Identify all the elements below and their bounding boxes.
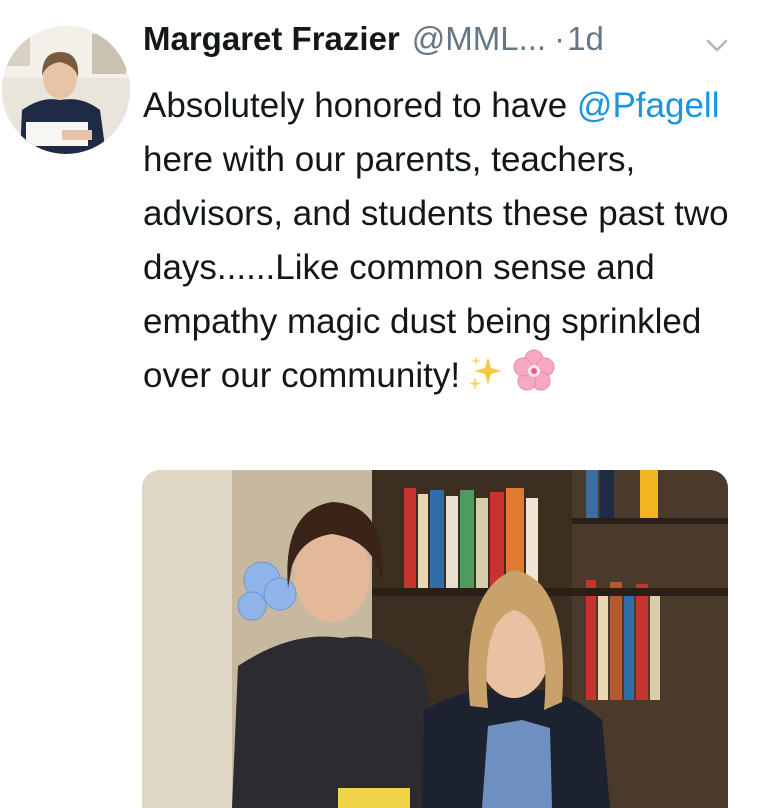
chevron-down-icon[interactable]	[705, 36, 729, 56]
sparkles-icon	[466, 353, 506, 409]
tweet-text-part2: here with our parents, teachers, advisor…	[143, 140, 729, 395]
tweet-photo[interactable]	[142, 470, 728, 808]
separator-dot: ·	[554, 20, 566, 57]
avatar-photo	[2, 26, 130, 154]
tweet: Margaret Frazier @MML... · 1d Absolutely…	[143, 20, 743, 409]
author-name[interactable]: Margaret Frazier	[143, 20, 400, 58]
author-avatar[interactable]	[2, 26, 130, 154]
photo-image	[142, 470, 728, 808]
tweet-text: Absolutely honored to have @Pfagell here…	[143, 79, 733, 409]
cherry-blossom-icon	[512, 349, 556, 409]
tweet-header: Margaret Frazier @MML... · 1d	[143, 20, 743, 70]
author-handle[interactable]: @MML...	[412, 20, 546, 58]
mention-link[interactable]: @Pfagell	[577, 86, 720, 125]
tweet-text-part1: Absolutely honored to have	[143, 86, 577, 125]
tweet-timestamp[interactable]: 1d	[567, 20, 604, 58]
